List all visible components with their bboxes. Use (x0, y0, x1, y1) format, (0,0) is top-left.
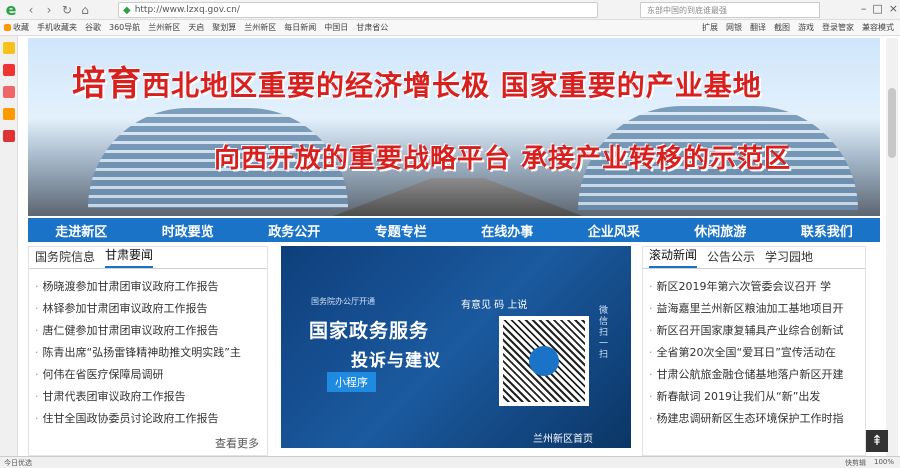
browser-toolbar: e ‹ › ↻ ⌂ ◆ http://www.lzxq.gov.cn/ 东部中国… (0, 0, 900, 20)
nav-item[interactable]: 在线办事 (481, 221, 533, 240)
weibo-icon[interactable] (2, 64, 15, 76)
address-text: http://www.lzxq.gov.cn/ (134, 5, 240, 15)
promo-banner[interactable]: 国务院办公厅开通 有意见 码 上说 国家政务服务 投诉与建议 小程序 微信扫一扫… (281, 246, 631, 448)
hero-banner: 培育西北地区重要的经济增长极 国家重要的产业基地 向西开放的重要战略平台 承接产… (28, 38, 880, 216)
forward-icon[interactable]: › (40, 3, 58, 17)
promo-side-text: 微信扫一扫 (599, 306, 609, 360)
list-item[interactable]: 何伟在省医疗保障局调研 (35, 363, 267, 385)
search-placeholder: 东部中国的到底谁最强 (647, 5, 727, 15)
news-panel-right: 滚动新闻 公告公示 学习园地 新区2019年第六次管委会议召开 学 益海嘉里兰州… (642, 246, 866, 456)
tool-games[interactable]: 游戏 (798, 22, 814, 33)
game-icon[interactable] (2, 130, 15, 142)
tabs-left: 国务院信息 甘肃要闻 (29, 247, 267, 269)
bookmark-item[interactable]: 手机收藏夹 (37, 22, 77, 33)
status-bar: 今日优选 快剪辑 100% (0, 456, 900, 468)
promo-small-text: 国务院办公厅开通 (311, 297, 375, 306)
nav-item[interactable]: 时政要览 (162, 221, 214, 240)
refresh-icon[interactable]: ↻ (58, 3, 76, 17)
nav-item[interactable]: 专题专栏 (375, 221, 427, 240)
star-icon (4, 24, 11, 31)
list-item[interactable]: 林铎参加甘肃团审议政府工作报告 (35, 297, 267, 319)
bookmark-item[interactable]: 中国日 (324, 22, 348, 33)
status-left[interactable]: 今日优选 (4, 458, 32, 468)
bookmark-item[interactable]: 兰州新区 (148, 22, 180, 33)
list-item[interactable]: 杨晓渡参加甘肃团审议政府工作报告 (35, 275, 267, 297)
banner-slogan-1: 培育西北地区重要的经济增长极 国家重要的产业基地 (72, 64, 762, 104)
list-item[interactable]: 益海嘉里兰州新区粮油加工基地项目开 (649, 297, 865, 319)
bookmark-item[interactable]: 每日新闻 (284, 22, 316, 33)
browser-search-input[interactable]: 东部中国的到底谁最强 (640, 2, 820, 18)
browser-sidebar (0, 36, 18, 456)
bookmark-item[interactable]: 聚划算 (212, 22, 236, 33)
tabs-right: 滚动新闻 公告公示 学习园地 (643, 247, 865, 269)
list-item[interactable]: 陈青出席“弘扬雷锋精神助推文明实践”主 (35, 341, 267, 363)
list-item[interactable]: 新区2019年第六次管委会议召开 学 (649, 275, 865, 297)
list-item[interactable]: 唐仁健参加甘肃团审议政府工作报告 (35, 319, 267, 341)
window-controls: – □ × (861, 2, 898, 15)
list-item[interactable]: 甘肃公航旅金融仓储基地落户新区开建 (649, 363, 865, 385)
bookmark-item[interactable]: 谷歌 (85, 22, 101, 33)
address-bar[interactable]: ◆ http://www.lzxq.gov.cn/ (118, 2, 598, 18)
note-icon[interactable] (2, 108, 15, 120)
list-item[interactable]: 新区召开国家康复辅具产业综合创新试 (649, 319, 865, 341)
promo-title-1: 国家政务服务 (309, 320, 430, 342)
tab-study[interactable]: 学习园地 (765, 248, 813, 268)
news-panel-left: 国务院信息 甘肃要闻 杨晓渡参加甘肃团审议政府工作报告 林铎参加甘肃团审议政府工… (28, 246, 268, 456)
page-content: 培育西北地区重要的经济增长极 国家重要的产业基地 向西开放的重要战略平台 承接产… (28, 38, 880, 456)
promo-title-2: 投诉与建议 (351, 351, 441, 371)
tool-login[interactable]: 登录管家 (822, 22, 854, 33)
nav-item[interactable]: 休闲旅游 (694, 221, 746, 240)
tool-translate[interactable]: 翻译 (750, 22, 766, 33)
bookmark-item[interactable]: 天启 (188, 22, 204, 33)
main-nav: 走进新区 时政要览 政务公开 专题专栏 在线办事 企业风采 休闲旅游 联系我们 (28, 218, 880, 242)
nav-item[interactable]: 走进新区 (55, 221, 107, 240)
news-list-left: 杨晓渡参加甘肃团审议政府工作报告 林铎参加甘肃团审议政府工作报告 唐仁健参加甘肃… (29, 269, 267, 429)
list-item[interactable]: 全省第20次全国“爱耳日”宣传活动在 (649, 341, 865, 363)
bookmark-item[interactable]: 收藏 (4, 22, 29, 33)
scrollbar-thumb[interactable] (888, 88, 896, 158)
list-item[interactable]: 新春献词 2019让我们从“新”出发 (649, 385, 865, 407)
bookmark-item[interactable]: 兰州新区 (244, 22, 276, 33)
promo-tag: 小程序 (327, 372, 376, 392)
minimize-icon[interactable]: – (861, 2, 867, 15)
list-item[interactable]: 甘肃代表团审议政府工作报告 (35, 385, 267, 407)
tab-rolling-news[interactable]: 滚动新闻 (649, 246, 698, 268)
qr-center-logo-icon (529, 346, 559, 376)
list-item[interactable]: 杨建忠调研新区生态环境保护工作时指 (649, 407, 865, 429)
road (328, 178, 588, 216)
status-quickcut[interactable]: 快剪辑 (845, 458, 866, 468)
bookmark-item[interactable]: 甘肃省公 (356, 22, 388, 33)
bookmarks-bar: 收藏 手机收藏夹 谷歌 360导航 兰州新区 天启 聚划算 兰州新区 每日新闻 … (0, 20, 900, 36)
tab-state-council[interactable]: 国务院信息 (35, 248, 95, 268)
shield-icon: ◆ (123, 4, 131, 16)
tool-screenshot[interactable]: 截图 (774, 22, 790, 33)
more-link[interactable]: 查看更多 (215, 435, 259, 451)
close-icon[interactable]: × (889, 2, 898, 15)
video-icon[interactable] (2, 86, 15, 98)
status-zoom[interactable]: 100% (874, 458, 894, 468)
tool-extensions[interactable]: 扩展 (702, 22, 718, 33)
tab-announcements[interactable]: 公告公示 (707, 248, 755, 268)
promo-hint: 有意见 码 上说 (461, 300, 528, 311)
back-icon[interactable]: ‹ (22, 3, 40, 17)
promo-footer: 兰州新区首页 (533, 434, 593, 445)
browser-logo-icon[interactable]: e (0, 0, 22, 20)
tool-compat[interactable]: 兼容模式 (862, 22, 894, 33)
back-to-top-icon[interactable]: ⇞ (866, 430, 888, 452)
bookmark-item[interactable]: 360导航 (109, 22, 140, 33)
news-list-right: 新区2019年第六次管委会议召开 学 益海嘉里兰州新区粮油加工基地项目开 新区召… (643, 269, 865, 429)
maximize-icon[interactable]: □ (872, 2, 882, 15)
nav-item[interactable]: 政务公开 (268, 221, 320, 240)
nav-item[interactable]: 联系我们 (801, 221, 853, 240)
banner-slogan-2: 向西开放的重要战略平台 承接产业转移的示范区 (214, 144, 792, 174)
nav-item[interactable]: 企业风采 (588, 221, 640, 240)
tab-gansu-news[interactable]: 甘肃要闻 (105, 246, 154, 268)
home-icon[interactable]: ⌂ (76, 3, 94, 17)
page-scrollbar[interactable] (886, 38, 898, 456)
list-item[interactable]: 住甘全国政协委员讨论政府工作报告 (35, 407, 267, 429)
star-icon[interactable] (2, 42, 15, 54)
tool-bank[interactable]: 网银 (726, 22, 742, 33)
